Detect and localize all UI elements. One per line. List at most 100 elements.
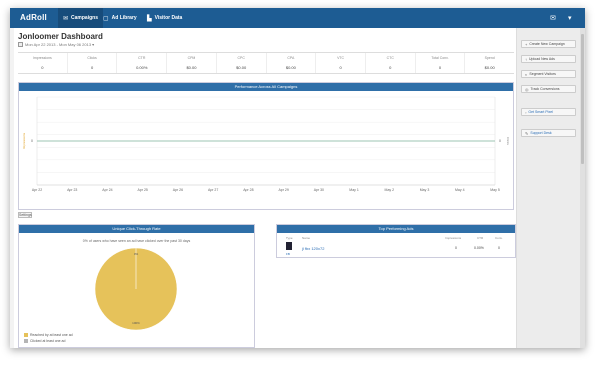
stat-cpm: CPM $0.00 — [167, 53, 217, 73]
pie-bottom-label: 100% — [132, 321, 140, 325]
megaphone-icon: ✉ — [63, 15, 69, 22]
column-header: Impressions — [445, 236, 462, 240]
stat-value: 0.00% — [136, 65, 148, 70]
adroll-logo[interactable]: AdRoll — [20, 13, 47, 22]
ad-ctr: 0.00% — [474, 246, 484, 250]
x-tick-label: Apr 25 — [138, 188, 148, 192]
legend-swatch — [24, 333, 28, 337]
x-tick-label: May 1 — [349, 188, 359, 192]
scrollbar[interactable] — [580, 28, 585, 348]
legend-item-clicked: Clicked at least one ad — [24, 339, 65, 343]
upload-ads-button[interactable]: ↑ Upload New Ads — [521, 55, 576, 63]
stat-label: CTR — [138, 56, 146, 60]
button-label: Track Conversions — [530, 87, 560, 91]
scrollbar-thumb[interactable] — [581, 34, 584, 164]
nav-visitor-data-label: Visitor Data — [154, 15, 183, 21]
date-range-picker[interactable]: Mon Apr 22 2013 - Mon May 06 2013 ▾ — [18, 42, 94, 47]
x-tick-label: May 5 — [490, 188, 500, 192]
x-tick-label: Apr 30 — [314, 188, 324, 192]
x-tick-label: May 3 — [420, 188, 430, 192]
pixel-icon: ▫ — [525, 109, 527, 115]
stats-summary: Impressions 0 Clicks 0 CTR 0.00% CPM $0.00 C… — [18, 52, 514, 74]
calendar-icon — [18, 42, 23, 47]
unique-ctr-panel-title: Unique Click-Through Rate — [19, 225, 254, 233]
chart-icon: ▙ — [147, 15, 152, 22]
x-tick-label: Apr 29 — [278, 188, 288, 192]
stat-label: Spend — [484, 56, 495, 60]
stat-label: CPA — [287, 56, 295, 60]
stat-cpa: CPA $0.00 — [267, 53, 317, 73]
nav-ad-library-label: Ad Library — [111, 15, 137, 21]
ctr-annotation: 0% of users who have seen an ad have cli… — [82, 239, 191, 243]
stat-ctc: CTC 0 — [366, 53, 416, 73]
column-header: Name — [302, 236, 311, 240]
stat-value: $0.00 — [186, 65, 197, 70]
create-campaign-button[interactable]: + Create New Campaign — [521, 40, 576, 48]
stat-label: VTC — [337, 56, 345, 60]
x-tick-label: May 2 — [385, 188, 395, 192]
nav-visitor-data[interactable]: ▙ Visitor Data — [142, 8, 187, 28]
stat-total-conv: Total Conv. 0 — [416, 53, 466, 73]
dashboard-main: Jonloomer Dashboard Mon Apr 22 2013 - Mo… — [14, 28, 516, 348]
ad-impressions: 0 — [455, 246, 457, 250]
stat-impressions: Impressions 0 — [18, 53, 68, 73]
nav-campaigns[interactable]: ✉ Campaigns — [58, 8, 103, 28]
x-tick-label: Apr 28 — [243, 188, 253, 192]
performance-line-chart: Apr 22 Apr 23 Apr 24 Apr 25 Apr 26 Apr 27 Apr … — [22, 96, 510, 192]
stat-label: Total Conv. — [431, 56, 449, 60]
stat-value: $0.00 — [236, 65, 247, 70]
nav-ad-library[interactable]: ▢ Ad Library — [98, 8, 142, 28]
stat-clicks: Clicks 0 — [68, 53, 118, 73]
ad-thumbnail[interactable] — [286, 242, 292, 250]
x-tick-label: Apr 27 — [208, 188, 218, 192]
stat-value: 0 — [339, 65, 342, 70]
x-tick-label: May 4 — [455, 188, 465, 192]
performance-panel: Performance Across All Campaigns Apr 22 A… — [18, 82, 514, 210]
stat-vtc: VTC 0 — [316, 53, 366, 73]
column-header: Type — [286, 236, 293, 240]
y2-axis-label: Clicks — [506, 137, 510, 145]
stat-label: Clicks — [87, 56, 97, 60]
stat-label: CPM — [187, 56, 196, 60]
y2-tick-label: 0 — [499, 139, 501, 143]
stat-value: 0 — [90, 65, 94, 70]
unique-ctr-pie-chart: 0% 100% — [94, 247, 178, 331]
user-icon[interactable]: ▾ — [568, 14, 572, 22]
button-label: Upload New Ads — [529, 57, 555, 61]
top-navigation-bar: AdRoll ✉ Campaigns ▢ Ad Library ▙ Visito… — [10, 8, 585, 28]
column-header: Conv. — [495, 236, 503, 240]
stat-ctr: CTR 0.00% — [117, 53, 168, 73]
unique-ctr-panel: Unique Click-Through Rate 0% of users wh… — [18, 224, 255, 348]
stat-value: 0 — [438, 65, 442, 70]
page-title: Jonloomer Dashboard — [18, 32, 103, 41]
stat-value: $0.00 — [484, 65, 495, 70]
top-ads-panel: Top Performing Ads Type Name Impressions… — [276, 224, 516, 258]
get-smart-pixel-button[interactable]: ▫ Get Smart Pixel — [521, 108, 576, 116]
ad-conv: 0 — [498, 246, 500, 250]
upload-icon: ↑ — [525, 56, 527, 62]
stat-label: Impressions — [32, 56, 52, 60]
track-conversions-button[interactable]: ◎ Track Conversions — [521, 85, 576, 93]
button-label: Support Desk — [530, 131, 552, 135]
top-ads-panel-title: Top Performing Ads — [277, 225, 515, 233]
mail-icon[interactable]: ✉ — [550, 14, 556, 22]
stat-value: 0 — [41, 65, 44, 70]
y-axis-label: Impressions — [22, 132, 26, 149]
x-tick-label: Apr 26 — [173, 188, 183, 192]
performance-panel-title: Performance Across All Campaigns — [19, 83, 513, 91]
stat-label: CPC — [237, 56, 245, 60]
segment-icon: ◐ — [525, 71, 528, 77]
stat-value: $0.00 — [285, 65, 296, 70]
ad-name-link[interactable]: jl fbx 120x72 — [302, 246, 324, 251]
pie-top-label: 0% — [134, 252, 139, 256]
settings-button[interactable]: Settings — [18, 212, 32, 218]
stat-value: 0 — [389, 65, 392, 70]
date-range-text: Mon Apr 22 2013 - Mon May 06 2013 ▾ — [25, 42, 95, 47]
button-label: Segment Visitors — [529, 72, 556, 76]
button-label: Get Smart Pixel — [528, 110, 553, 114]
x-tick-label: Apr 22 — [32, 188, 42, 192]
x-tick-label: Apr 24 — [102, 188, 112, 192]
support-desk-button[interactable]: ✎ Support Desk — [521, 129, 576, 137]
segment-visitors-button[interactable]: ◐ Segment Visitors — [521, 70, 576, 78]
legend-label: Reached by at least one ad — [30, 333, 73, 337]
